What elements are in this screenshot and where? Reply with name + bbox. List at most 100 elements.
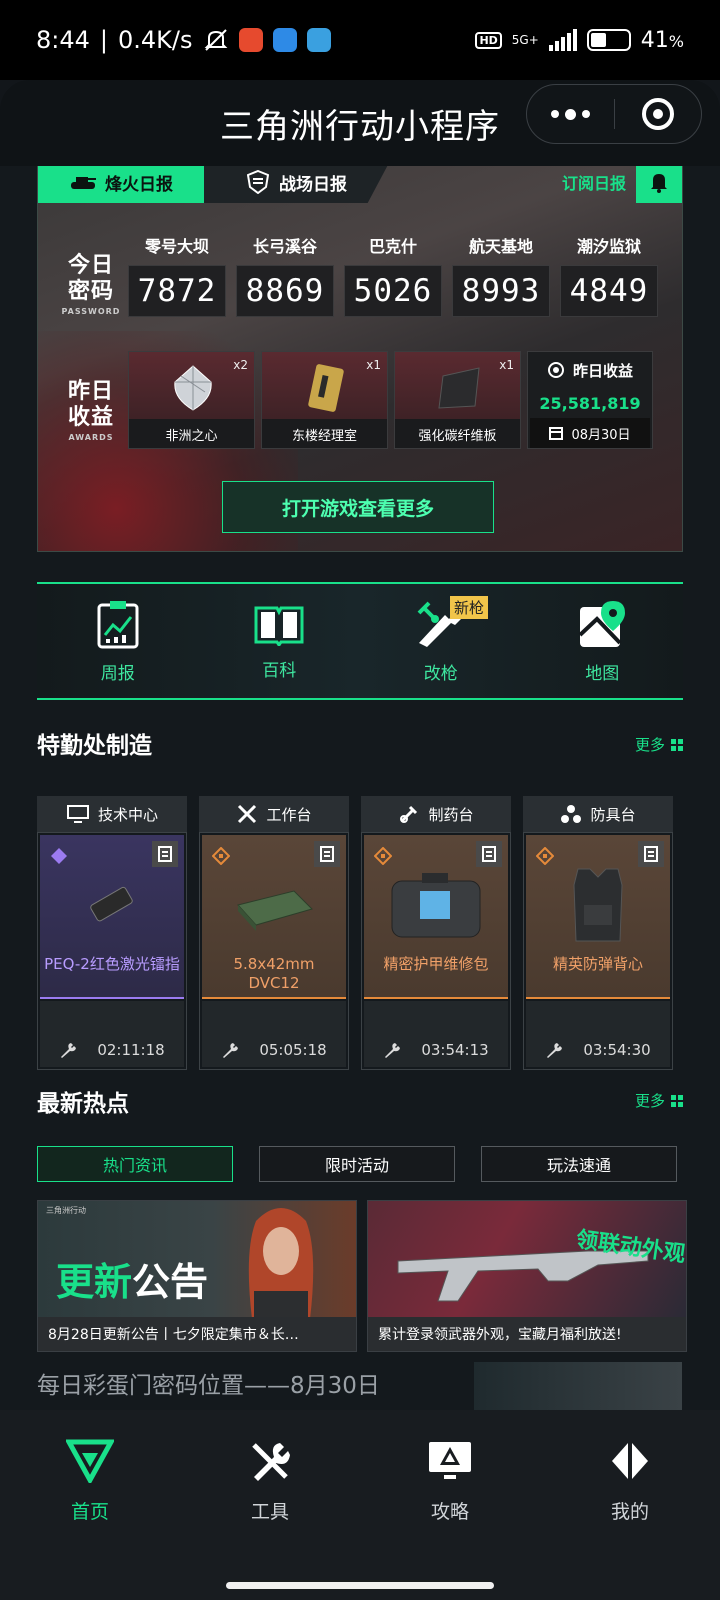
more-options-button[interactable] (527, 108, 614, 120)
bell-icon (636, 166, 682, 203)
map-pin-icon (578, 600, 626, 647)
book-icon (254, 606, 304, 646)
update-banner-text: 更新公告 (56, 1260, 209, 1304)
map-codes: 零号大坝 7872 长弓溪谷 8869 巴克什 5026 航天基地 8993 潮… (128, 233, 658, 317)
yesterday-income-card: 昨日收益 25,581,819 08月30日 (527, 351, 653, 449)
tab-battle-report[interactable]: 战场日报 (204, 166, 390, 203)
document-icon[interactable] (152, 841, 178, 867)
coin-icon (547, 362, 564, 378)
craft-station-tech[interactable]: 技术中心 PEQ-2红色激光镭指 02:11:18 (37, 796, 187, 1070)
armor-parts-icon (561, 805, 582, 823)
news-caption: 8月28日更新公告丨七夕限定集市＆长… (38, 1317, 356, 1351)
wrench-icon (61, 1043, 77, 1058)
pharmacy-icon (400, 805, 418, 823)
quick-tools: 周报 百科 新枪 改枪 地图 (37, 582, 683, 700)
app-notification-icon (238, 28, 263, 52)
capsule-menu (526, 84, 702, 144)
map-code-item: 长弓溪谷 8869 (236, 233, 334, 317)
award-item[interactable]: x2 非洲之心 (128, 351, 255, 449)
today-password-label: 今日密码 PASSWORD (61, 253, 121, 316)
news-tabs: 热门资讯 限时活动 玩法速通 (37, 1146, 677, 1182)
tab-gameplay-guide[interactable]: 玩法速通 (481, 1146, 677, 1182)
nav-profile[interactable]: 我的 (540, 1410, 720, 1552)
document-icon[interactable] (314, 841, 340, 867)
calendar-icon (549, 427, 564, 440)
craft-station-pharmacy[interactable]: 制药台 精密护甲维修包 03:54:13 (361, 796, 511, 1070)
tool-gun-modify[interactable]: 新枪 改枪 (360, 584, 522, 698)
mini-program-titlebar: 三角洲行动小程序 (0, 80, 720, 166)
signal-icon (548, 29, 577, 51)
subscribe-report-button[interactable]: 订阅日报 (562, 166, 682, 203)
open-game-button[interactable]: 打开游戏查看更多 (222, 481, 494, 533)
shield-emblem-icon (247, 170, 269, 194)
tool-weekly-report[interactable]: 周报 (37, 584, 199, 698)
craft-station-workbench[interactable]: 工作台 5.8x42mm DVC12 05:05:18 (199, 796, 349, 1070)
net-speed: 0.4K/s (118, 26, 193, 54)
profile-icon (612, 1442, 648, 1479)
hot-news-more-link[interactable]: 更多 (635, 1090, 683, 1111)
game-logo: 三角洲行动 (46, 1206, 86, 1215)
hammer-wrench-icon (238, 804, 257, 824)
computer-icon (66, 805, 89, 823)
wrench-icon (547, 1043, 563, 1058)
map-code-item: 航天基地 8993 (452, 233, 550, 317)
report-chart-icon (97, 600, 139, 648)
network-type: 5G+ (511, 33, 539, 47)
article-thumbnail[interactable] (474, 1362, 682, 1410)
daily-report-panel: 烽火日报 战场日报 订阅日报 今日密码 PASSWORD 零号大坝 7872 长… (37, 166, 683, 552)
carbon-plate-icon (438, 367, 480, 409)
craft-station-armor[interactable]: 防具台 精英防弹背心 03:54:30 (523, 796, 673, 1070)
battery-icon (586, 29, 631, 51)
close-program-button[interactable] (615, 98, 702, 130)
hot-news-title: 最新热点 (37, 1091, 129, 1117)
tab-limited-events[interactable]: 限时活动 (259, 1146, 455, 1182)
crafting-stations: 技术中心 PEQ-2红色激光镭指 02:11:18 工作台 5.8x42mm D… (37, 796, 673, 1070)
wrench-icon (385, 1043, 401, 1058)
tool-map[interactable]: 地图 (522, 584, 684, 698)
wrench-icon (223, 1043, 239, 1058)
tank-icon (71, 177, 96, 189)
award-item[interactable]: x1 强化碳纤维板 (394, 351, 521, 449)
keycard-icon (308, 364, 344, 412)
laser-sight-icon (90, 886, 133, 922)
home-indicator[interactable] (226, 1582, 494, 1589)
news-card-update[interactable]: 三角洲行动 更新公告 8月28日更新公告丨七夕限定集市＆长… (37, 1200, 357, 1352)
awards-list: x2 非洲之心 x1 东楼经理室 x1 强化碳纤维板 昨日收益 25,581,8… (128, 351, 653, 449)
nav-tools[interactable]: 工具 (180, 1410, 360, 1552)
rarity-orange-icon (536, 847, 554, 865)
repair-kit-icon (391, 873, 481, 938)
award-item[interactable]: x1 东楼经理室 (261, 351, 388, 449)
character-portrait (248, 1208, 314, 1319)
rarity-orange-icon (374, 847, 392, 865)
body-armor-icon (573, 868, 623, 942)
mail-notification-icon (272, 28, 297, 52)
news-cards: 三角洲行动 更新公告 8月28日更新公告丨七夕限定集市＆长… 领联动外观 累计登… (37, 1200, 687, 1352)
tool-encyclopedia[interactable]: 百科 (199, 584, 361, 698)
telegram-notification-icon (306, 28, 331, 52)
mute-icon (204, 29, 227, 51)
guide-monitor-icon (429, 1441, 471, 1479)
news-banner-image: 领联动外观 (368, 1201, 686, 1319)
tab-fire-report[interactable]: 烽火日报 (38, 166, 204, 203)
news-caption: 累计登录领武器外观，宝藏月福利放送! (368, 1317, 686, 1351)
news-card-login-reward[interactable]: 领联动外观 累计登录领武器外观，宝藏月福利放送! (367, 1200, 687, 1352)
tools-icon (252, 1442, 290, 1481)
map-code-item: 巴克什 5026 (344, 233, 442, 317)
map-code-item: 潮汐监狱 4849 (560, 233, 658, 317)
rarity-purple-icon (51, 848, 67, 864)
status-bar: 8:44 | 0.4K/s HD 5G+ 41% (0, 0, 720, 80)
nav-home[interactable]: 首页 (0, 1410, 180, 1552)
status-time: 8:44 (36, 26, 90, 54)
crafting-more-link[interactable]: 更多 (635, 734, 683, 755)
news-banner-image: 三角洲行动 更新公告 (38, 1201, 356, 1319)
document-icon[interactable] (638, 841, 664, 867)
article-title[interactable]: 每日彩蛋门密码位置——8月30日 (37, 1366, 380, 1400)
document-icon[interactable] (476, 841, 502, 867)
rarity-orange-icon (212, 847, 230, 865)
tab-hot-news[interactable]: 热门资讯 (37, 1146, 233, 1182)
grid-icon (671, 1094, 683, 1107)
main-content[interactable]: 烽火日报 战场日报 订阅日报 今日密码 PASSWORD 零号大坝 7872 长… (0, 166, 720, 1410)
grid-icon (671, 738, 683, 751)
hd-icon: HD (475, 31, 502, 49)
nav-guide[interactable]: 攻略 (360, 1410, 540, 1552)
